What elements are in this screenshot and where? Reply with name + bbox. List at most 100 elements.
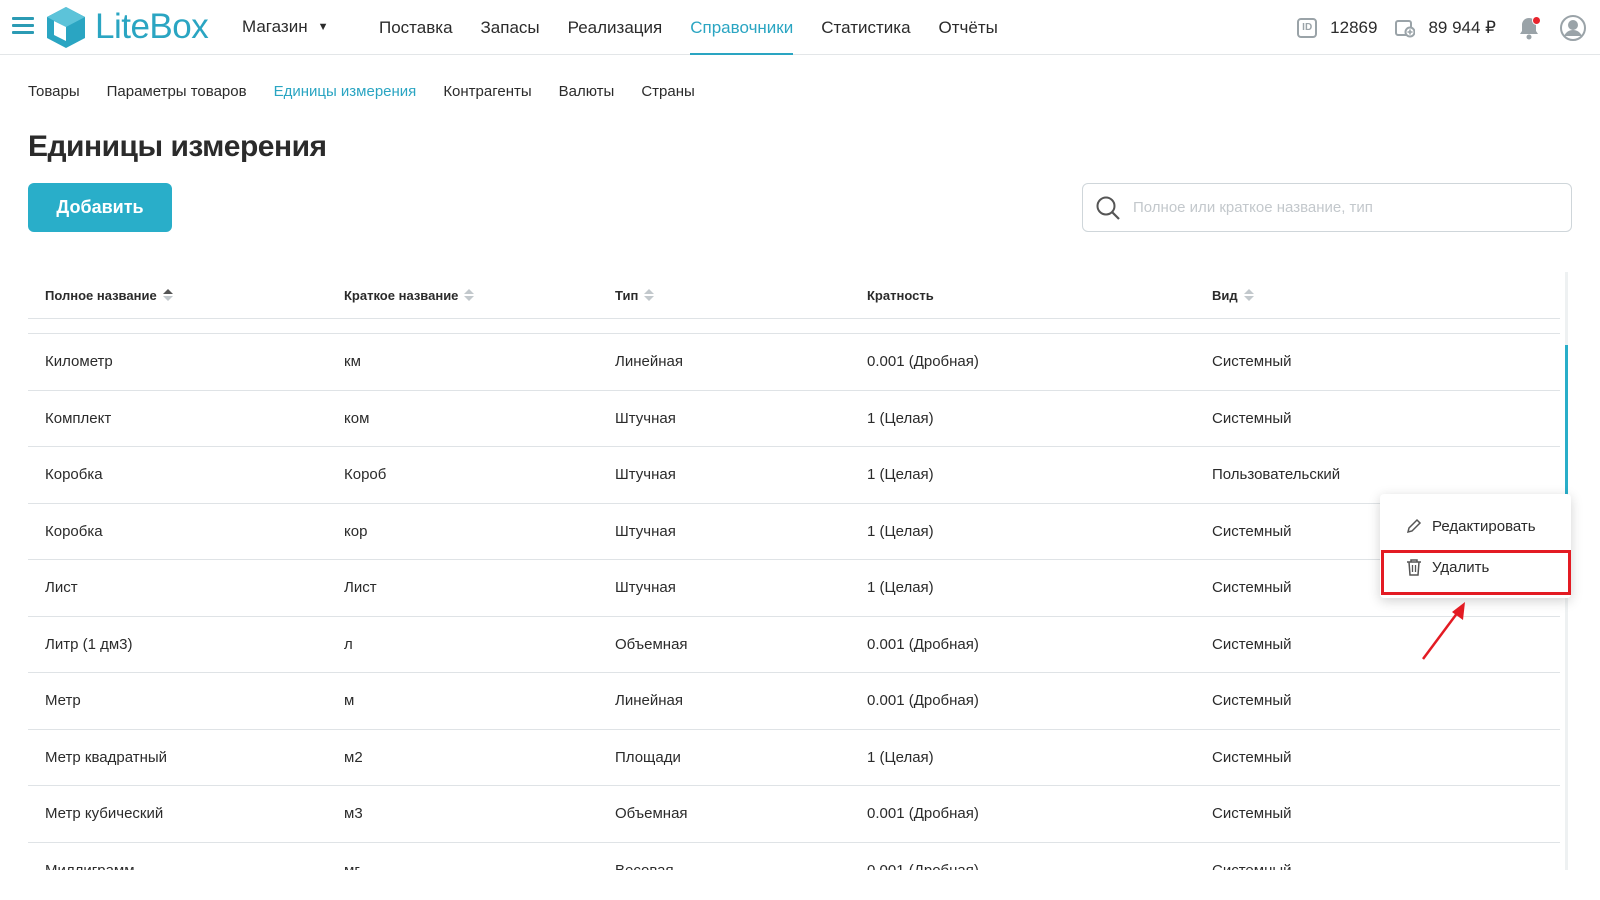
cell-short-name: ком: [344, 409, 370, 427]
cell-multiplicity: 0.001 (Дробная): [867, 353, 979, 370]
subnav-strany[interactable]: Страны: [641, 80, 694, 104]
annotation-arrow-icon: [1421, 602, 1465, 660]
subnav-edinicy[interactable]: Единицы измерения: [274, 80, 417, 104]
cell-multiplicity: 0.001 (Дробная): [867, 805, 979, 822]
cell-kind: Системный: [1212, 579, 1292, 596]
notification-dot: [1532, 15, 1541, 25]
store-label: Магазин: [242, 17, 308, 36]
cell-multiplicity: 0.001 (Дробная): [867, 692, 979, 709]
page-title: Единицы измерения: [28, 130, 327, 163]
subnav-tovary[interactable]: Товары: [28, 80, 80, 104]
cell-type: Линейная: [615, 353, 683, 370]
cell-short-name: Лист: [344, 579, 377, 596]
table-row[interactable]: Комплект ком Штучная 1 (Целая) Системный: [28, 391, 1560, 447]
table-row[interactable]: Метр м Линейная 0.001 (Дробная) Системны…: [28, 673, 1560, 730]
units-table: Полное название Краткое название Тип Кра…: [28, 272, 1560, 318]
search-input[interactable]: [1133, 199, 1553, 216]
account-id: ID 12869: [1297, 17, 1377, 38]
cell-short-name: мг: [344, 861, 360, 871]
search-icon: [1096, 196, 1120, 220]
chevron-down-icon: ▼: [317, 21, 329, 33]
cell-type: Весовая: [615, 861, 674, 871]
table-header: Полное название Краткое название Тип Кра…: [28, 272, 1560, 318]
table-row[interactable]: Миллиграмм мг Весовая 0.001 (Дробная) Си…: [28, 843, 1560, 871]
main-nav: Поставка Запасы Реализация Справочники С…: [379, 0, 1026, 55]
cell-multiplicity: 1 (Целая): [867, 409, 934, 427]
scrollbar-thumb[interactable]: [1565, 345, 1568, 497]
col-kind[interactable]: Вид: [1212, 288, 1254, 303]
cell-type: Площади: [615, 748, 681, 766]
cell-kind: Системный: [1212, 409, 1292, 427]
subnav-kontragenty[interactable]: Контрагенты: [443, 80, 531, 104]
cell-full-name: Метр квадратный: [45, 748, 168, 766]
sort-asc-icon[interactable]: [162, 289, 173, 301]
cell-multiplicity: 0.001 (Дробная): [867, 861, 979, 871]
cell-short-name: м3: [344, 805, 363, 822]
cell-short-name: м2: [344, 748, 363, 766]
sub-nav: Товары Параметры товаров Единицы измерен…: [28, 80, 722, 104]
cell-short-name: км: [344, 353, 361, 370]
cell-multiplicity: 1 (Целая): [867, 466, 934, 483]
cell-kind: Системный: [1212, 635, 1292, 653]
sort-icon[interactable]: [464, 289, 475, 301]
nav-postavka[interactable]: Поставка: [379, 0, 453, 55]
cell-full-name: Коробка: [45, 522, 103, 540]
balance-value: 89 944 ₽: [1428, 17, 1496, 37]
top-bar: LiteBox Магазин ▼ Поставка Запасы Реализ…: [0, 0, 1600, 55]
col-short-name[interactable]: Краткое название: [344, 287, 475, 303]
cell-kind: Системный: [1212, 805, 1292, 822]
bell-icon[interactable]: [1518, 15, 1541, 40]
cell-full-name: Литр (1 дм3): [45, 635, 133, 653]
cell-type: Объемная: [615, 805, 688, 822]
sort-icon[interactable]: [644, 289, 655, 301]
nav-spravochniki[interactable]: Справочники: [690, 0, 794, 55]
cell-kind: Системный: [1212, 748, 1292, 766]
table-row[interactable]: Метр квадратный м2 Площади 1 (Целая) Сис…: [28, 730, 1560, 786]
cell-type: Штучная: [615, 579, 676, 596]
cell-short-name: кор: [344, 522, 368, 540]
cell-type: Объемная: [615, 635, 688, 653]
logo-text: LiteBox: [95, 7, 209, 46]
col-full-name[interactable]: Полное название: [45, 288, 173, 303]
cell-full-name: Миллиграмм: [45, 861, 135, 871]
col-kind-label: Вид: [1212, 287, 1238, 303]
store-selector[interactable]: Магазин ▼: [242, 17, 328, 37]
nav-zapasy[interactable]: Запасы: [481, 0, 540, 55]
cell-short-name: Короб: [344, 466, 387, 483]
col-type[interactable]: Тип: [615, 287, 655, 303]
nav-otchety[interactable]: Отчёты: [939, 0, 998, 55]
cell-full-name: Метр кубический: [45, 805, 164, 822]
search-box[interactable]: [1082, 183, 1572, 232]
subnav-valyuty[interactable]: Валюты: [559, 80, 615, 104]
cell-full-name: Метр: [45, 692, 81, 709]
subnav-parametry[interactable]: Параметры товаров: [107, 80, 247, 104]
id-icon: ID: [1297, 17, 1318, 38]
cell-full-name: Комплект: [45, 409, 112, 427]
table-row[interactable]: Литр (1 дм3) л Объемная 0.001 (Дробная) …: [28, 617, 1560, 673]
table-row[interactable]: Коробка Короб Штучная 1 (Целая) Пользова…: [28, 447, 1560, 505]
header-tools: ID 12869 89 944 ₽: [1279, 0, 1586, 55]
add-button[interactable]: Добавить: [28, 183, 172, 232]
user-icon[interactable]: [1560, 14, 1586, 41]
table-row[interactable]: Лист Лист Штучная 1 (Целая) Системный: [28, 560, 1560, 617]
edit-menu-item[interactable]: Редактировать: [1380, 506, 1571, 546]
table-row[interactable]: Километр км Линейная 0.001 (Дробная) Сис…: [28, 334, 1560, 391]
cell-full-name: Коробка: [45, 466, 103, 483]
pencil-icon: [1406, 518, 1422, 534]
cell-type: Штучная: [615, 409, 676, 427]
logo[interactable]: LiteBox: [45, 5, 209, 49]
sort-icon[interactable]: [1243, 289, 1254, 301]
cell-multiplicity: 1 (Целая): [867, 579, 934, 596]
col-short-name-label: Краткое название: [344, 287, 459, 303]
table-row[interactable]: Коробка кор Штучная 1 (Целая) Системный: [28, 504, 1560, 560]
cell-type: Штучная: [615, 466, 676, 483]
edit-label: Редактировать: [1432, 517, 1536, 535]
delete-highlight-box: [1381, 550, 1571, 595]
menu-icon[interactable]: [12, 17, 34, 35]
col-type-label: Тип: [615, 287, 639, 303]
balance[interactable]: 89 944 ₽: [1395, 18, 1496, 38]
nav-realizaciya[interactable]: Реализация: [568, 0, 663, 55]
nav-statistika[interactable]: Статистика: [821, 0, 910, 55]
table-row[interactable]: Метр кубический м3 Объемная 0.001 (Дробн…: [28, 786, 1560, 843]
cell-type: Линейная: [615, 692, 683, 709]
